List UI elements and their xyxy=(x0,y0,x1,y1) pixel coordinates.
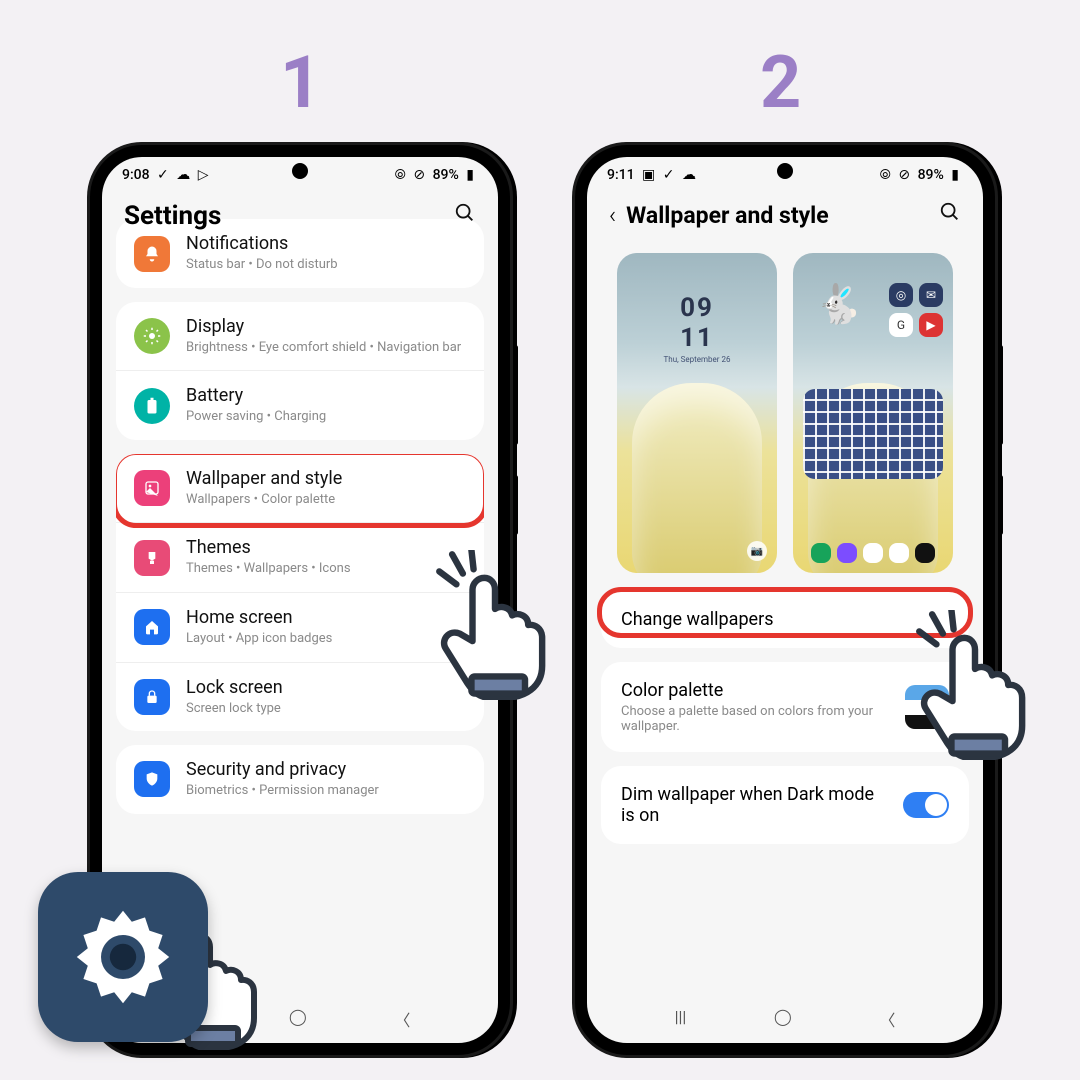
camera-shortcut-icon: 📷 xyxy=(747,541,767,561)
battery-icon xyxy=(134,388,170,424)
wifi-icon: ⦾ xyxy=(395,167,406,183)
status-icon: ✓ xyxy=(663,167,675,183)
row-title: Themes xyxy=(186,537,466,558)
wifi-icon: ⦾ xyxy=(880,167,891,183)
row-title: Display xyxy=(186,316,466,337)
settings-row-home[interactable]: Home screen Layout • App icon badges xyxy=(116,592,484,662)
battery-text: 89% xyxy=(918,167,944,183)
dock-icon xyxy=(889,543,909,563)
no-signal-icon: ⊘ xyxy=(898,167,910,183)
camera-cutout xyxy=(777,163,793,179)
row-title: Home screen xyxy=(186,607,466,628)
nav-home-icon[interactable]: ◯ xyxy=(289,1007,307,1031)
dock-icon xyxy=(863,543,883,563)
no-signal-icon: ⊘ xyxy=(413,167,425,183)
lock-icon xyxy=(134,679,170,715)
option-sub: Choose a palette based on colors from yo… xyxy=(621,704,893,734)
settings-group: Notifications Status bar • Do not distur… xyxy=(116,219,484,288)
bell-icon xyxy=(134,236,170,272)
home-icon xyxy=(134,609,170,645)
battery-icon: ▮ xyxy=(951,167,959,183)
toggle-switch[interactable] xyxy=(903,792,949,818)
settings-row-security[interactable]: Security and privacy Biometrics • Permis… xyxy=(116,745,484,814)
app-icon: ▶ xyxy=(919,313,943,337)
settings-row-wallpaper[interactable]: Wallpaper and style Wallpapers • Color p… xyxy=(116,454,484,523)
sticker-icon: 🐇 xyxy=(815,283,862,327)
row-sub: Screen lock type xyxy=(186,700,466,718)
nav-back-icon[interactable]: 〈 xyxy=(394,1007,410,1031)
settings-row-lock[interactable]: Lock screen Screen lock type xyxy=(116,662,484,732)
settings-row-battery[interactable]: Battery Power saving • Charging xyxy=(116,370,484,440)
battery-icon: ▮ xyxy=(466,167,474,183)
clock-widget: 09 11 Thu, September 26 xyxy=(617,293,777,364)
settings-row-notifications[interactable]: Notifications Status bar • Do not distur… xyxy=(116,219,484,288)
battery-text: 89% xyxy=(433,167,459,183)
row-title: Lock screen xyxy=(186,677,466,698)
nav-back-icon[interactable]: 〈 xyxy=(879,1007,895,1031)
image-icon xyxy=(134,470,170,506)
gear-icon xyxy=(68,902,178,1012)
settings-app-icon[interactable] xyxy=(38,872,208,1042)
option-title: Change wallpapers xyxy=(621,609,774,630)
settings-row-display[interactable]: Display Brightness • Eye comfort shield … xyxy=(116,302,484,371)
option-color-palette[interactable]: Color palette Choose a palette based on … xyxy=(601,662,969,752)
home-icons: ◎ ✉ G ▶ xyxy=(889,283,943,337)
settings-group: Wallpaper and style Wallpapers • Color p… xyxy=(116,454,484,731)
row-sub: Brightness • Eye comfort shield • Naviga… xyxy=(186,339,466,357)
row-title: Notifications xyxy=(186,233,466,254)
option-title: Dim wallpaper when Dark mode is on xyxy=(621,784,881,826)
settings-row-themes[interactable]: Themes Themes • Wallpapers • Icons xyxy=(116,522,484,592)
lock-screen-preview[interactable]: 09 11 Thu, September 26 📷 xyxy=(617,253,777,573)
wallpaper-previews: 09 11 Thu, September 26 📷 🐇 ◎ ✉ G ▶ xyxy=(587,247,983,591)
page-title: Wallpaper and style xyxy=(626,202,829,229)
step-number-1: 1 xyxy=(280,40,321,125)
row-sub: Status bar • Do not disturb xyxy=(186,256,466,274)
option-title: Color palette xyxy=(621,680,893,701)
step-number-2: 2 xyxy=(760,40,801,125)
dock-icon xyxy=(915,543,935,563)
row-sub: Themes • Wallpapers • Icons xyxy=(186,560,466,578)
option-dim-wallpaper[interactable]: Dim wallpaper when Dark mode is on xyxy=(601,766,969,844)
screen: 9:11 ▣ ✓ ☁ ⦾ ⊘ 89% ▮ ‹ Wallpaper and sty… xyxy=(587,157,983,1043)
row-title: Wallpaper and style xyxy=(186,468,466,489)
nav-recent-icon[interactable]: ||| xyxy=(675,1007,687,1031)
cloud-icon: ☁ xyxy=(682,167,696,183)
sun-icon xyxy=(134,318,170,354)
nav-bar: ||| ◯ 〈 xyxy=(587,1007,983,1031)
play-icon: ▷ xyxy=(198,167,209,183)
dock xyxy=(803,543,943,563)
cloud-icon: ☁ xyxy=(176,167,190,183)
camera-cutout xyxy=(292,163,308,179)
phone-mockup-2: 9:11 ▣ ✓ ☁ ⦾ ⊘ 89% ▮ ‹ Wallpaper and sty… xyxy=(575,145,995,1055)
row-sub: Power saving • Charging xyxy=(186,408,466,426)
dock-icon xyxy=(811,543,831,563)
app-icon: ✉ xyxy=(919,283,943,307)
app-icon: ◎ xyxy=(889,283,913,307)
dock-icon xyxy=(837,543,857,563)
option-change-wallpapers[interactable]: Change wallpapers xyxy=(601,591,969,648)
gallery-icon: ▣ xyxy=(642,167,655,183)
settings-group: Display Brightness • Eye comfort shield … xyxy=(116,302,484,440)
app-icon: G xyxy=(889,313,913,337)
search-icon[interactable] xyxy=(939,201,961,229)
status-time: 9:08 xyxy=(122,167,150,183)
calendar-widget xyxy=(803,389,943,479)
shield-icon xyxy=(134,761,170,797)
row-title: Battery xyxy=(186,385,466,406)
row-sub: Layout • App icon badges xyxy=(186,630,466,648)
row-sub: Biometrics • Permission manager xyxy=(186,782,466,800)
back-icon[interactable]: ‹ xyxy=(609,201,616,229)
row-title: Security and privacy xyxy=(186,759,466,780)
brush-icon xyxy=(134,540,170,576)
palette-swatch-icon xyxy=(905,685,949,729)
nav-home-icon[interactable]: ◯ xyxy=(774,1007,792,1031)
status-icon: ✓ xyxy=(157,167,169,183)
status-time: 9:11 xyxy=(607,167,635,183)
home-screen-preview[interactable]: 🐇 ◎ ✉ G ▶ xyxy=(793,253,953,573)
row-sub: Wallpapers • Color palette xyxy=(186,491,466,509)
app-header: ‹ Wallpaper and style xyxy=(587,187,983,247)
settings-group: Security and privacy Biometrics • Permis… xyxy=(116,745,484,814)
